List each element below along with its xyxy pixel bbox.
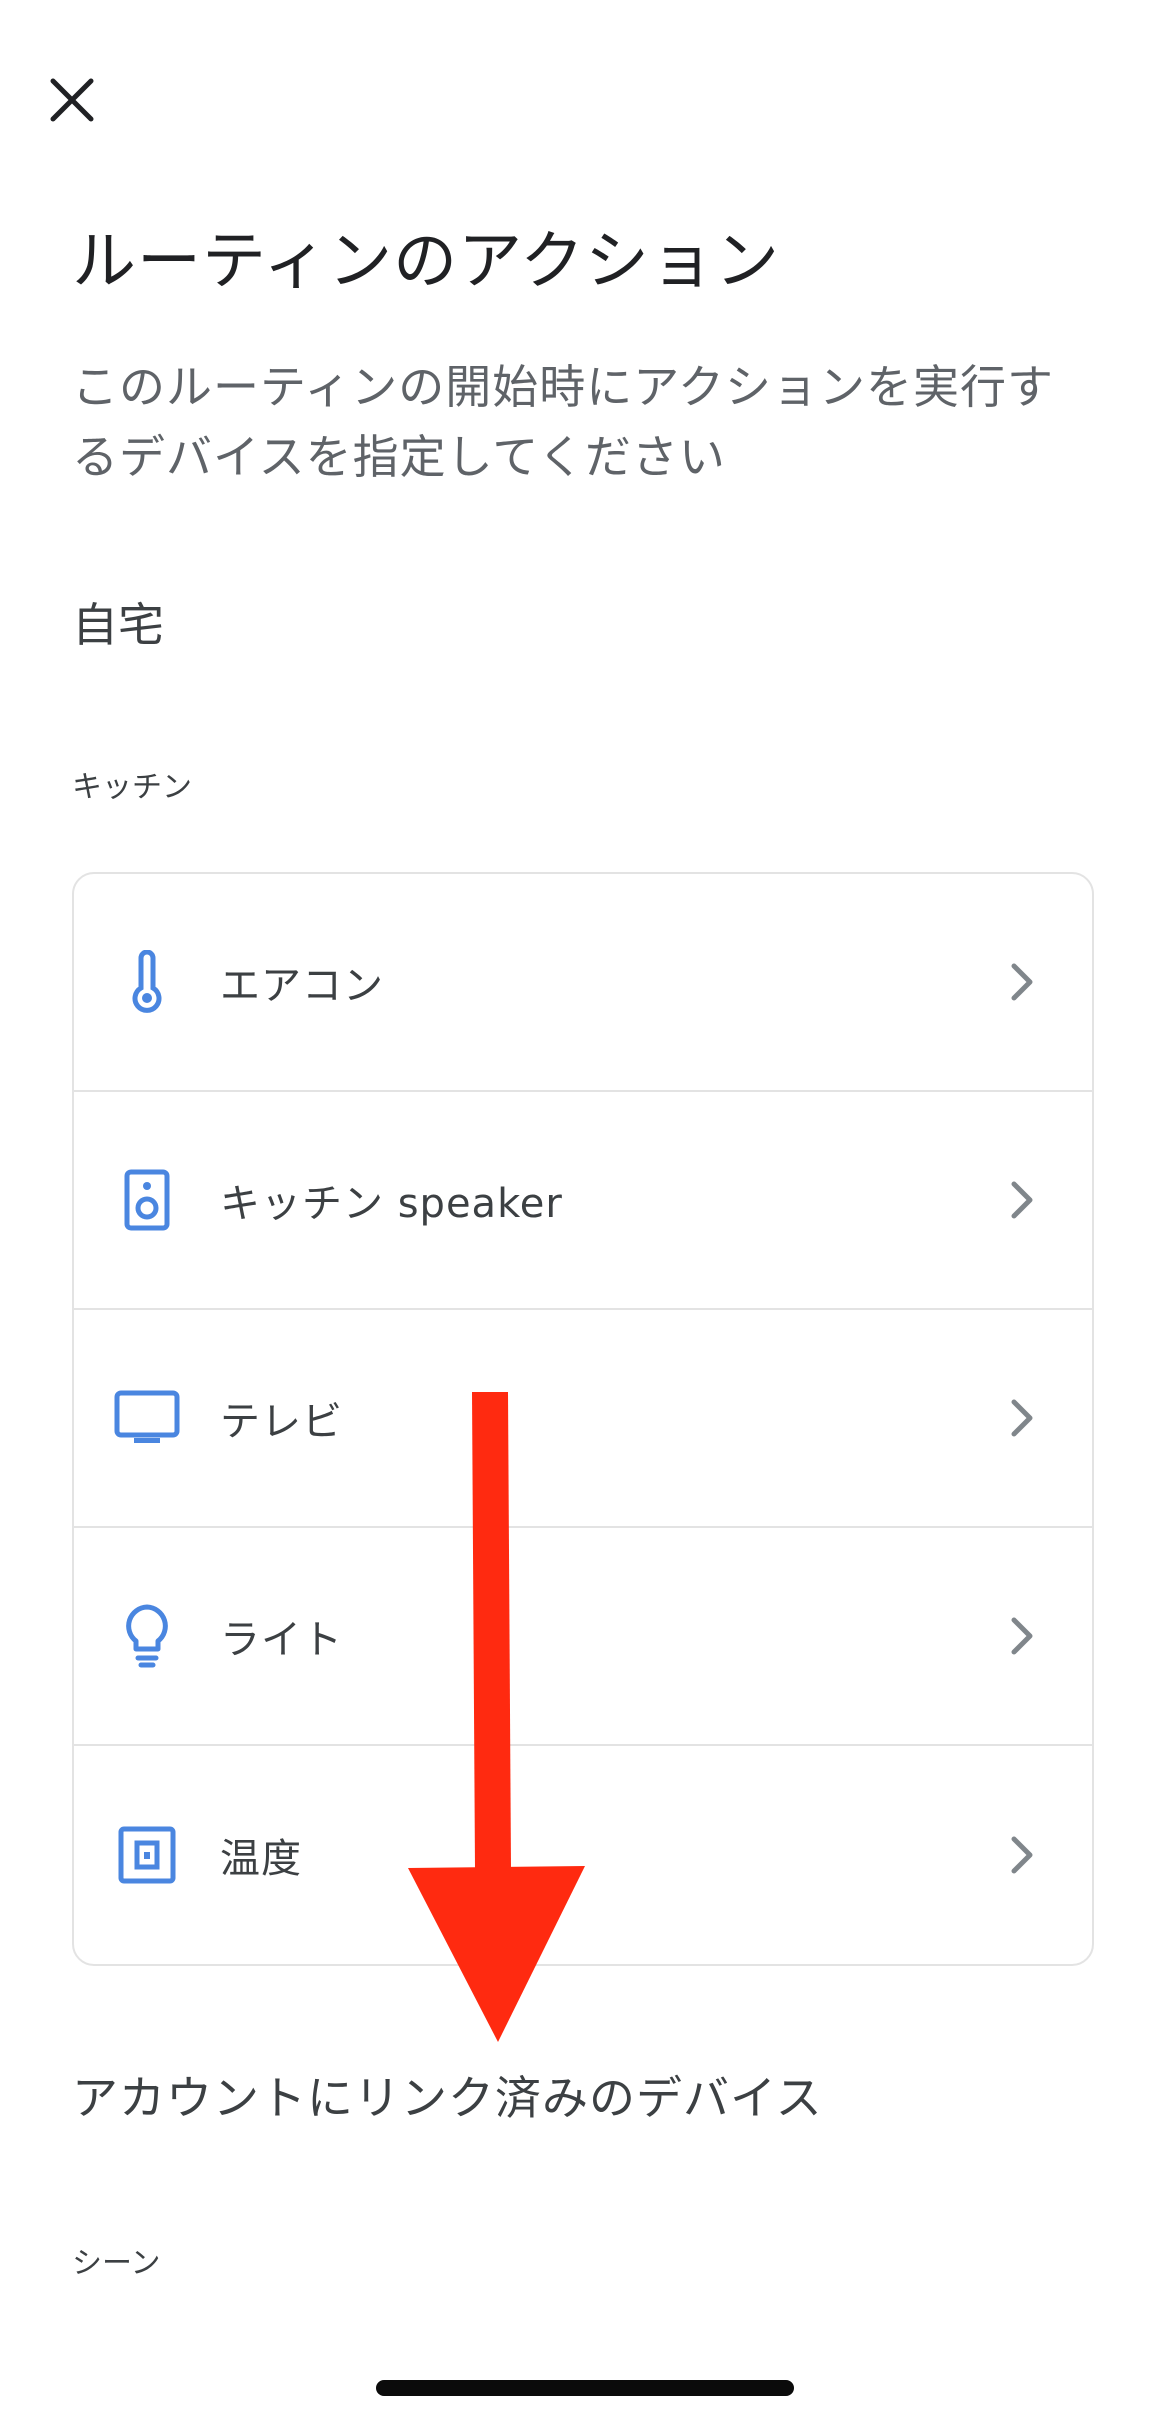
device-label: 温度 bbox=[220, 1836, 302, 1882]
linked-devices-heading: アカウントにリンク済みのデバイス bbox=[72, 2071, 823, 2125]
device-label: エアコン bbox=[220, 963, 384, 1009]
device-label: キッチン speaker bbox=[220, 1181, 563, 1227]
device-label: ライト bbox=[220, 1617, 343, 1663]
home-indicator[interactable] bbox=[376, 2380, 794, 2396]
home-name: 自宅 bbox=[72, 598, 164, 652]
tv-icon bbox=[112, 1383, 182, 1453]
thermostat-icon bbox=[112, 1820, 182, 1890]
page-description: このルーティンの開始時にアクションを実行するデバイスを指定してください bbox=[72, 360, 1054, 484]
device-row-light[interactable]: ライト bbox=[74, 1528, 1092, 1746]
lightbulb-icon bbox=[112, 1601, 182, 1671]
device-label: テレビ bbox=[220, 1399, 343, 1445]
speaker-icon bbox=[112, 1165, 182, 1235]
chevron-right-icon bbox=[1004, 1178, 1040, 1222]
chevron-right-icon bbox=[1004, 1614, 1040, 1658]
close-button[interactable] bbox=[36, 64, 108, 136]
scene-label: シーン bbox=[72, 2246, 161, 2281]
close-icon bbox=[50, 78, 94, 122]
chevron-right-icon bbox=[1004, 1396, 1040, 1440]
room-label: キッチン bbox=[72, 770, 192, 805]
device-row-kitchen-speaker[interactable]: キッチン speaker bbox=[74, 1092, 1092, 1310]
page-title: ルーティンのアクション bbox=[72, 225, 780, 299]
device-row-temperature[interactable]: 温度 bbox=[74, 1746, 1092, 1964]
chevron-right-icon bbox=[1004, 1833, 1040, 1877]
chevron-right-icon bbox=[1004, 960, 1040, 1004]
device-row-tv[interactable]: テレビ bbox=[74, 1310, 1092, 1528]
device-list: エアコン キッチン speaker テレビ ライト 温度 bbox=[72, 872, 1094, 1966]
thermometer-icon bbox=[112, 947, 182, 1017]
device-row-aircon[interactable]: エアコン bbox=[74, 874, 1092, 1092]
